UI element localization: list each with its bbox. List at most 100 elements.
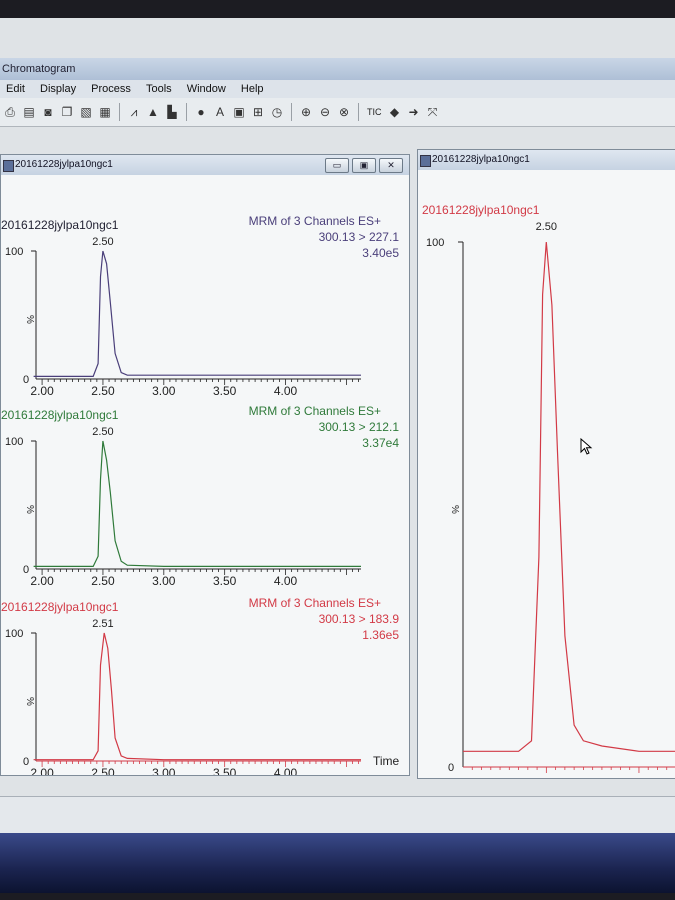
arrow-left-icon[interactable]: ◆: [387, 104, 403, 120]
right-plot-area[interactable]: 20161228jylpa10ngc1 2.50 100 0% 2.50 3.00: [418, 170, 675, 790]
left-chromatogram-window: 20161228jylpa10ngc1 ▭ ▣ ✕ 20161228jylpa1…: [0, 154, 410, 780]
screen: Chromatogram Edit Display Process Tools …: [0, 18, 675, 837]
menu-tools[interactable]: Tools: [146, 83, 172, 95]
x-tick-label: 4.00: [274, 384, 298, 398]
panel-sample-name: 20161228jylpa10ngc1: [1, 408, 119, 422]
close-button[interactable]: ✕: [379, 158, 403, 173]
copy-icon[interactable]: ❐: [59, 104, 75, 120]
menu-display[interactable]: Display: [40, 83, 76, 95]
paste-icon[interactable]: ▧: [78, 104, 94, 120]
zoom-in-icon[interactable]: ⊕: [298, 104, 314, 120]
panel-intensity: 3.37e4: [362, 436, 399, 450]
peak-retention-label: 2.50: [92, 426, 113, 438]
menu-process[interactable]: Process: [91, 83, 131, 95]
panel-sample-name: 20161228jylpa10ngc1: [1, 218, 119, 232]
right-chart-svg: 20161228jylpa10ngc1 2.50 100 0% 2.50 3.00: [422, 203, 675, 790]
camera-icon[interactable]: ◙: [40, 104, 56, 120]
y-axis-top-label: 100: [5, 628, 23, 640]
right-x-tick-label: 2.50: [535, 776, 559, 778]
y-axis-top-label: 100: [5, 436, 23, 448]
x-tick-label: 4.00: [274, 766, 298, 775]
menubar: Edit Display Process Tools Window Help: [0, 80, 675, 99]
tools-icon[interactable]: ▦: [97, 104, 113, 120]
x-tick-label: 3.00: [152, 574, 176, 588]
print-icon[interactable]: ⎙: [2, 104, 18, 120]
print-preview-icon[interactable]: ▤: [21, 104, 37, 120]
right-chromatogram-window: 20161228jylpa10ngc1 20161228jylpa10ngc1 2…: [417, 149, 675, 790]
toolbar: ⎙ ▤ ◙ ❐ ▧ ▦ ⩘ ▲ ▙ ● A ▣ ⊞ ◷ ⊕ ⊖ ⊗ TIC ◆ …: [0, 98, 675, 127]
expand-icon[interactable]: ⤧: [425, 104, 441, 120]
y-axis-bottom-label: 0: [23, 756, 29, 768]
layout-icon[interactable]: ▣: [231, 104, 247, 120]
zoom-reset-icon[interactable]: ⊗: [336, 104, 352, 120]
document-icon: [3, 160, 14, 172]
x-tick-label: 4.00: [274, 574, 298, 588]
panel-sample-name: 20161228jylpa10ngc1: [1, 600, 119, 614]
y-axis-bottom-label: 0: [23, 374, 29, 386]
peaks-icon[interactable]: ▲: [145, 104, 161, 120]
lower-panel: [0, 796, 675, 837]
chromatogram-icon[interactable]: ⩘: [126, 104, 142, 120]
x-tick-label: 3.00: [152, 384, 176, 398]
left-window-titlebar: 20161228jylpa10ngc1 ▭ ▣ ✕: [1, 155, 409, 175]
tic-button[interactable]: TIC: [365, 107, 384, 117]
x-tick-label: 2.00: [30, 574, 54, 588]
panel-mrm-label: MRM of 3 Channels ES+: [249, 596, 381, 610]
y-axis-top-label: 100: [5, 246, 23, 258]
y-axis-unit-label: %: [24, 505, 35, 514]
panel-mrm-label: MRM of 3 Channels ES+: [249, 404, 381, 418]
document-icon: [420, 155, 431, 167]
panel-mrm-label: MRM of 3 Channels ES+: [249, 214, 381, 228]
x-tick-label: 2.50: [91, 766, 115, 775]
x-tick-label: 3.50: [213, 766, 237, 775]
right-window-title: 20161228jylpa10ngc1: [432, 154, 530, 165]
zoom-out-icon[interactable]: ⊖: [317, 104, 333, 120]
toolbar-separator: [291, 103, 292, 121]
right-y-axis-top-label: 100: [426, 237, 444, 249]
panel-transition: 300.13 > 183.9: [319, 612, 400, 626]
y-axis-unit-label: %: [24, 697, 35, 706]
left-window-title: 20161228jylpa10ngc1: [15, 159, 113, 170]
toolbar-separator: [358, 103, 359, 121]
right-chromatogram-trace: [463, 241, 675, 752]
menu-edit[interactable]: Edit: [6, 83, 25, 95]
mouse-pointer-icon: [580, 438, 593, 455]
panel-intensity: 3.40e5: [362, 246, 399, 260]
x-tick-label: 2.50: [91, 384, 115, 398]
y-axis-bottom-label: 0: [23, 564, 29, 576]
left-chart-svg: 20161228jylpa10ngc1 MRM of 3 Channels ES+…: [1, 214, 400, 780]
globe-icon[interactable]: ●: [193, 104, 209, 120]
y-axis-unit-label: %: [24, 315, 35, 324]
panel-transition: 300.13 > 212.1: [319, 420, 400, 434]
left-plot-area[interactable]: 20161228jylpa10ngc1 MRM of 3 Channels ES+…: [1, 175, 409, 780]
minimize-button[interactable]: ▭: [325, 158, 349, 173]
right-x-tick-label: 3.00: [627, 776, 651, 778]
integrate-icon[interactable]: ▙: [164, 104, 180, 120]
panel-transition: 300.13 > 227.1: [319, 230, 400, 244]
right-sample-name: 20161228jylpa10ngc1: [422, 203, 540, 217]
arrow-right-icon[interactable]: ➜: [406, 104, 422, 120]
x-tick-label: 2.00: [30, 384, 54, 398]
menu-window[interactable]: Window: [187, 83, 226, 95]
right-y-axis-unit-label: %: [449, 505, 460, 514]
x-tick-label: 2.00: [30, 766, 54, 775]
arrange-icon[interactable]: ⊞: [250, 104, 266, 120]
panel-intensity: 1.36e5: [362, 628, 399, 642]
peak-retention-label: 2.51: [92, 618, 113, 630]
taskbar: [0, 833, 675, 893]
annotate-icon[interactable]: A: [212, 104, 228, 120]
x-tick-label: 3.50: [213, 384, 237, 398]
app-title: Chromatogram: [2, 63, 76, 75]
x-tick-label: 3.50: [213, 574, 237, 588]
right-window-titlebar: 20161228jylpa10ngc1: [418, 150, 675, 170]
maximize-button[interactable]: ▣: [352, 158, 376, 173]
app-titlebar: Chromatogram: [0, 58, 675, 80]
menu-help[interactable]: Help: [241, 83, 264, 95]
chromatogram-trace: [33, 440, 361, 567]
chromatogram-trace: [33, 250, 361, 377]
right-y-axis-bottom-label: 0: [448, 762, 454, 774]
x-axis-unit-label: Time: [373, 754, 400, 768]
clock-icon[interactable]: ◷: [269, 104, 285, 120]
toolbar-separator: [119, 103, 120, 121]
toolbar-separator: [186, 103, 187, 121]
